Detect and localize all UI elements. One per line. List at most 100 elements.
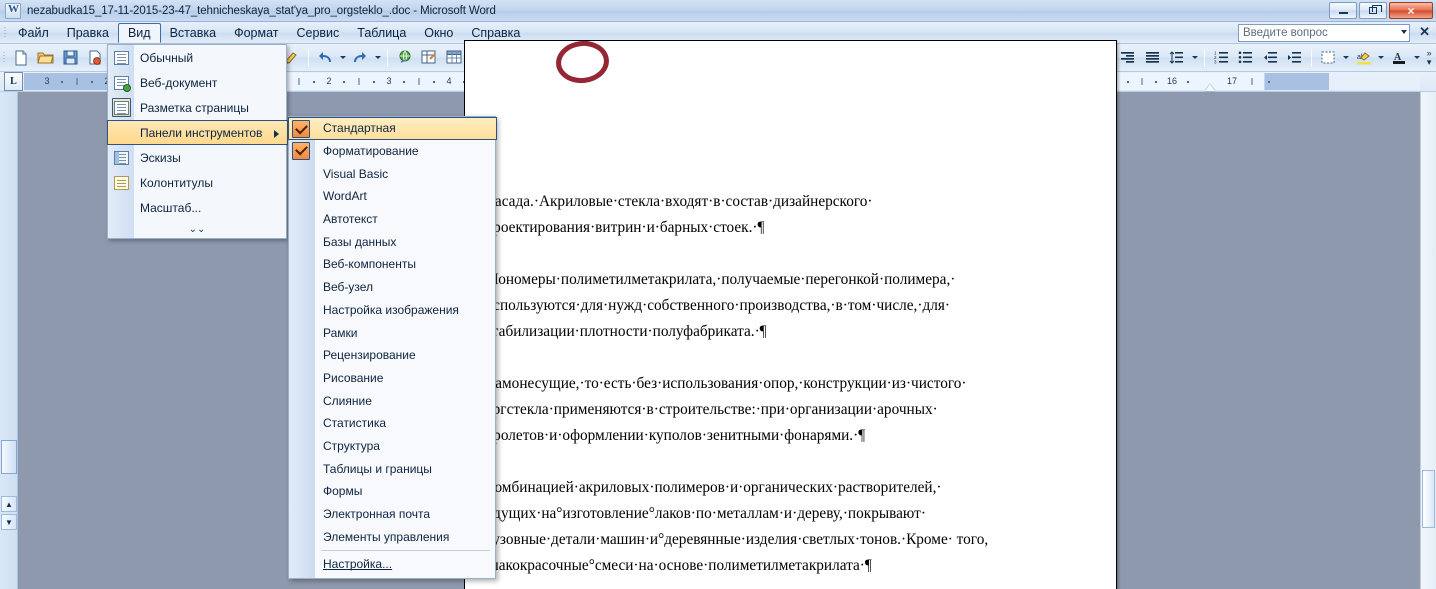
chevron-double-down-icon: ⌄⌄ xyxy=(188,223,206,235)
toolbars-item-formatting[interactable]: Форматирование xyxy=(289,140,495,163)
highlight-color-dropdown-icon[interactable] xyxy=(1376,47,1387,69)
borders-dropdown-icon[interactable] xyxy=(1341,47,1352,69)
toolbars-item-autotext[interactable]: Автотекст xyxy=(289,208,495,231)
toolbars-item-drawing[interactable]: Рисование xyxy=(289,367,495,390)
align-right-button[interactable] xyxy=(1116,47,1139,69)
menu-label: Настройка изображения xyxy=(323,302,459,317)
menu-bar-grip[interactable] xyxy=(0,22,9,43)
view-menu-item-web-layout[interactable]: Веб-документ xyxy=(108,70,286,95)
menu-edit[interactable]: Правка xyxy=(58,22,118,43)
font-color-button[interactable]: A xyxy=(1388,47,1411,69)
ruler-right-margin xyxy=(1265,73,1329,90)
close-button[interactable]: × xyxy=(1389,2,1433,19)
minimize-button[interactable] xyxy=(1329,2,1357,19)
left-scroll-up-button[interactable]: ▲ xyxy=(1,496,17,512)
menu-label: Автотекст xyxy=(323,212,378,227)
view-menu-item-header-footer[interactable]: Колонтитулы xyxy=(108,170,286,195)
left-scroll-down-button[interactable]: ▼ xyxy=(1,514,17,530)
document-page-1[interactable]: фасада.·Акриловые·стекла·входят·в·состав… xyxy=(464,40,1117,589)
view-menu-item-zoom[interactable]: Масштаб... xyxy=(108,195,286,220)
save-icon[interactable] xyxy=(59,47,82,69)
toolbar-separator xyxy=(387,48,389,67)
open-folder-icon[interactable] xyxy=(34,47,57,69)
right-vertical-scrollbar[interactable] xyxy=(1420,92,1436,589)
menu-format[interactable]: Формат xyxy=(225,22,287,43)
view-menu-item-normal[interactable]: Обычный xyxy=(108,45,286,70)
toolbars-item-mail-merge[interactable]: Слияние xyxy=(289,389,495,412)
right-scrollbar-thumb[interactable] xyxy=(1422,470,1435,528)
menu-view[interactable]: Вид xyxy=(117,23,161,43)
thumbnails-icon xyxy=(112,148,131,167)
document-text[interactable]: фасада.·Акриловые·стекла·входят·в·состав… xyxy=(485,189,1085,589)
menu-label: Таблицы и границы xyxy=(323,461,432,476)
tab-stop-selector[interactable]: L xyxy=(4,72,23,91)
toolbars-item-web[interactable]: Веб-узел xyxy=(289,276,495,299)
formatting-toolbar-overflow-button[interactable]: » ▾ xyxy=(1422,45,1436,71)
toolbars-item-frames[interactable]: Рамки xyxy=(289,321,495,344)
toolbars-item-forms[interactable]: Формы xyxy=(289,480,495,503)
ruler-tick: 4 xyxy=(446,76,452,86)
toolbars-item-web-components[interactable]: Веб-компоненты xyxy=(289,253,495,276)
decrease-indent-button[interactable] xyxy=(1259,47,1282,69)
justify-button[interactable] xyxy=(1141,47,1164,69)
toolbars-item-databases[interactable]: Базы данных xyxy=(289,230,495,253)
restore-button[interactable] xyxy=(1359,2,1387,19)
menu-label: Рисование xyxy=(323,370,384,385)
close-document-button[interactable]: ✕ xyxy=(1419,25,1430,39)
view-menu-item-thumbnails[interactable]: Эскизы xyxy=(108,145,286,170)
undo-dropdown-icon[interactable] xyxy=(337,47,348,69)
toolbars-submenu[interactable]: Стандартная Форматирование Visual Basic … xyxy=(288,116,497,579)
menu-table[interactable]: Таблица xyxy=(348,22,415,43)
toolbars-item-outlining[interactable]: Структура xyxy=(289,435,495,458)
numbered-list-button[interactable]: 123 xyxy=(1210,47,1233,69)
line-spacing-button[interactable] xyxy=(1166,47,1189,69)
redo-dropdown-icon[interactable] xyxy=(372,47,383,69)
tables-and-borders-icon[interactable] xyxy=(418,47,441,69)
toolbars-item-reviewing[interactable]: Рецензирование xyxy=(289,344,495,367)
view-menu-item-print-layout[interactable]: Разметка страницы xyxy=(108,95,286,120)
undo-icon[interactable] xyxy=(314,47,337,69)
menu-label: Формы xyxy=(323,484,363,499)
menu-file[interactable]: Файл xyxy=(9,22,58,43)
toolbars-item-customize[interactable]: Настройка... xyxy=(289,553,495,576)
bulleted-list-button[interactable] xyxy=(1234,47,1257,69)
redo-icon[interactable] xyxy=(349,47,372,69)
ask-a-question-input[interactable]: Введите вопрос xyxy=(1238,24,1410,42)
line-spacing-dropdown-icon[interactable] xyxy=(1189,47,1200,69)
view-menu-item-toolbars[interactable]: Панели инструментов xyxy=(107,120,288,145)
toolbars-item-control-toolbox[interactable]: Элементы управления xyxy=(289,525,495,548)
permission-icon[interactable] xyxy=(84,47,107,69)
toolbars-item-visual-basic[interactable]: Visual Basic xyxy=(289,162,495,185)
toolbars-item-standard[interactable]: Стандартная xyxy=(288,117,497,140)
menu-label: Эскизы xyxy=(140,150,181,165)
toolbars-item-email[interactable]: Электронная почта xyxy=(289,503,495,526)
menu-insert[interactable]: Вставка xyxy=(161,22,225,43)
left-scrollbar-thumb[interactable] xyxy=(1,440,17,474)
toolbars-item-word-count[interactable]: Статистика xyxy=(289,412,495,435)
right-indent-marker[interactable] xyxy=(1205,84,1215,91)
menu-window[interactable]: Окно xyxy=(415,22,462,43)
menu-label: Масштаб... xyxy=(140,200,202,215)
web-layout-icon xyxy=(112,73,131,92)
standard-toolbar-grip[interactable] xyxy=(0,51,9,64)
toolbars-item-picture[interactable]: Настройка изображения xyxy=(289,299,495,322)
increase-indent-button[interactable] xyxy=(1284,47,1307,69)
chevron-down-icon[interactable] xyxy=(1401,30,1407,34)
font-color-dropdown-icon[interactable] xyxy=(1411,47,1422,69)
expand-menu-button[interactable]: ⌄⌄ xyxy=(108,220,286,238)
toolbar-separator xyxy=(1311,48,1313,67)
menu-label: Статистика xyxy=(323,416,387,431)
title-bar: nezabudka15_17-11-2015-23-47_tehnicheska… xyxy=(0,0,1436,22)
view-menu-dropdown[interactable]: Обычный Веб-документ Разметка страницы П… xyxy=(107,44,288,239)
left-vertical-scrollbar[interactable]: ▲ ▼ xyxy=(0,92,18,589)
highlight-color-button[interactable]: ab xyxy=(1353,47,1376,69)
menu-label: Веб-документ xyxy=(140,75,218,90)
menu-tools[interactable]: Сервис xyxy=(287,22,348,43)
ruler-tick: 2 xyxy=(326,76,332,86)
new-document-icon[interactable] xyxy=(10,47,33,69)
toolbars-item-wordart[interactable]: WordArt xyxy=(289,185,495,208)
borders-button[interactable] xyxy=(1317,47,1340,69)
insert-table-icon[interactable] xyxy=(442,47,465,69)
insert-hyperlink-icon[interactable] xyxy=(393,47,416,69)
toolbars-item-tables-and-borders[interactable]: Таблицы и границы xyxy=(289,457,495,480)
